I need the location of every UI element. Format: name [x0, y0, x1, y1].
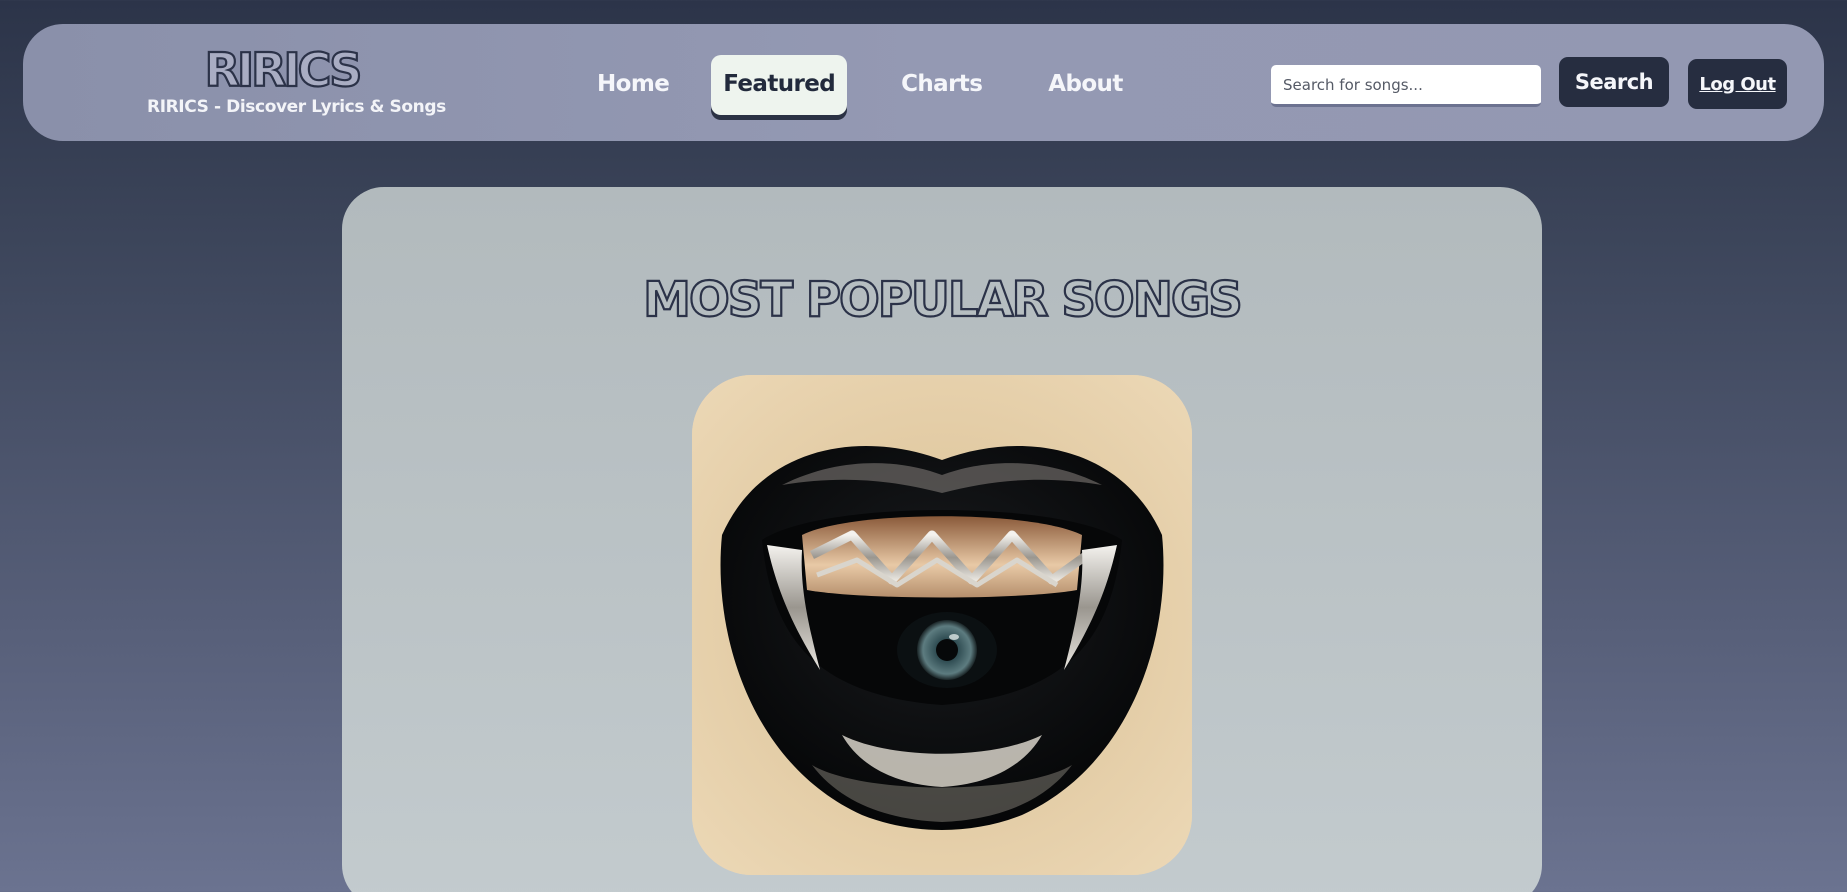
page-title: MOST POPULAR SONGS: [642, 271, 1244, 329]
nav-home-link[interactable]: Home: [583, 55, 683, 115]
album-cover-illustration: [692, 375, 1192, 875]
album-cover-image[interactable]: [692, 375, 1192, 875]
site-tagline: RIRICS - Discover Lyrics & Songs: [147, 97, 446, 117]
top-navbar: RIRICS RIRICS - Discover Lyrics & Songs …: [23, 24, 1824, 141]
main-nav: Home Featured Charts About: [583, 55, 1137, 115]
search-input[interactable]: [1271, 65, 1541, 107]
search-button[interactable]: Search: [1559, 57, 1669, 107]
brand[interactable]: RIRICS RIRICS - Discover Lyrics & Songs: [147, 45, 446, 117]
nav-charts-link[interactable]: Charts: [887, 55, 996, 115]
popular-songs-card: MOST POPULAR SONGS: [342, 187, 1542, 892]
logout-button[interactable]: Log Out: [1688, 59, 1787, 109]
nav-featured-link[interactable]: Featured: [711, 55, 848, 115]
site-logo[interactable]: RIRICS: [147, 45, 417, 95]
nav-about-link[interactable]: About: [1034, 55, 1136, 115]
